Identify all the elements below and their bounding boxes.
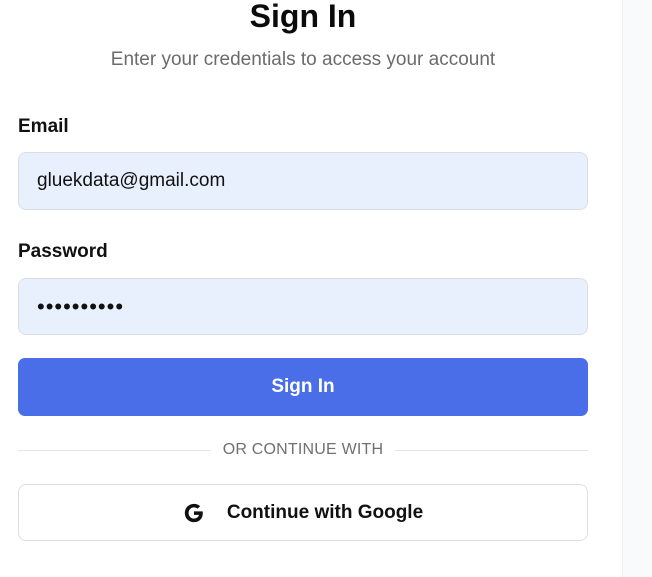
password-label: Password <box>18 241 108 262</box>
divider-text: OR CONTINUE WITH <box>222 441 384 458</box>
google-g-icon <box>183 502 205 524</box>
email-field[interactable] <box>18 152 588 210</box>
password-field[interactable] <box>18 278 588 335</box>
sign-in-page: Sign In Enter your credentials to access… <box>0 0 652 577</box>
sign-in-button[interactable]: Sign In <box>18 358 588 416</box>
or-divider: OR CONTINUE WITH <box>18 438 588 462</box>
divider-line-right <box>395 449 588 451</box>
right-side-panel <box>622 0 652 577</box>
page-subtitle: Enter your credentials to access your ac… <box>110 49 496 70</box>
divider-line-left <box>18 449 211 451</box>
email-label: Email <box>18 116 69 137</box>
continue-with-google-button[interactable]: Continue with Google <box>18 484 588 541</box>
google-button-label: Continue with Google <box>226 501 424 523</box>
page-title: Sign In <box>249 0 357 34</box>
